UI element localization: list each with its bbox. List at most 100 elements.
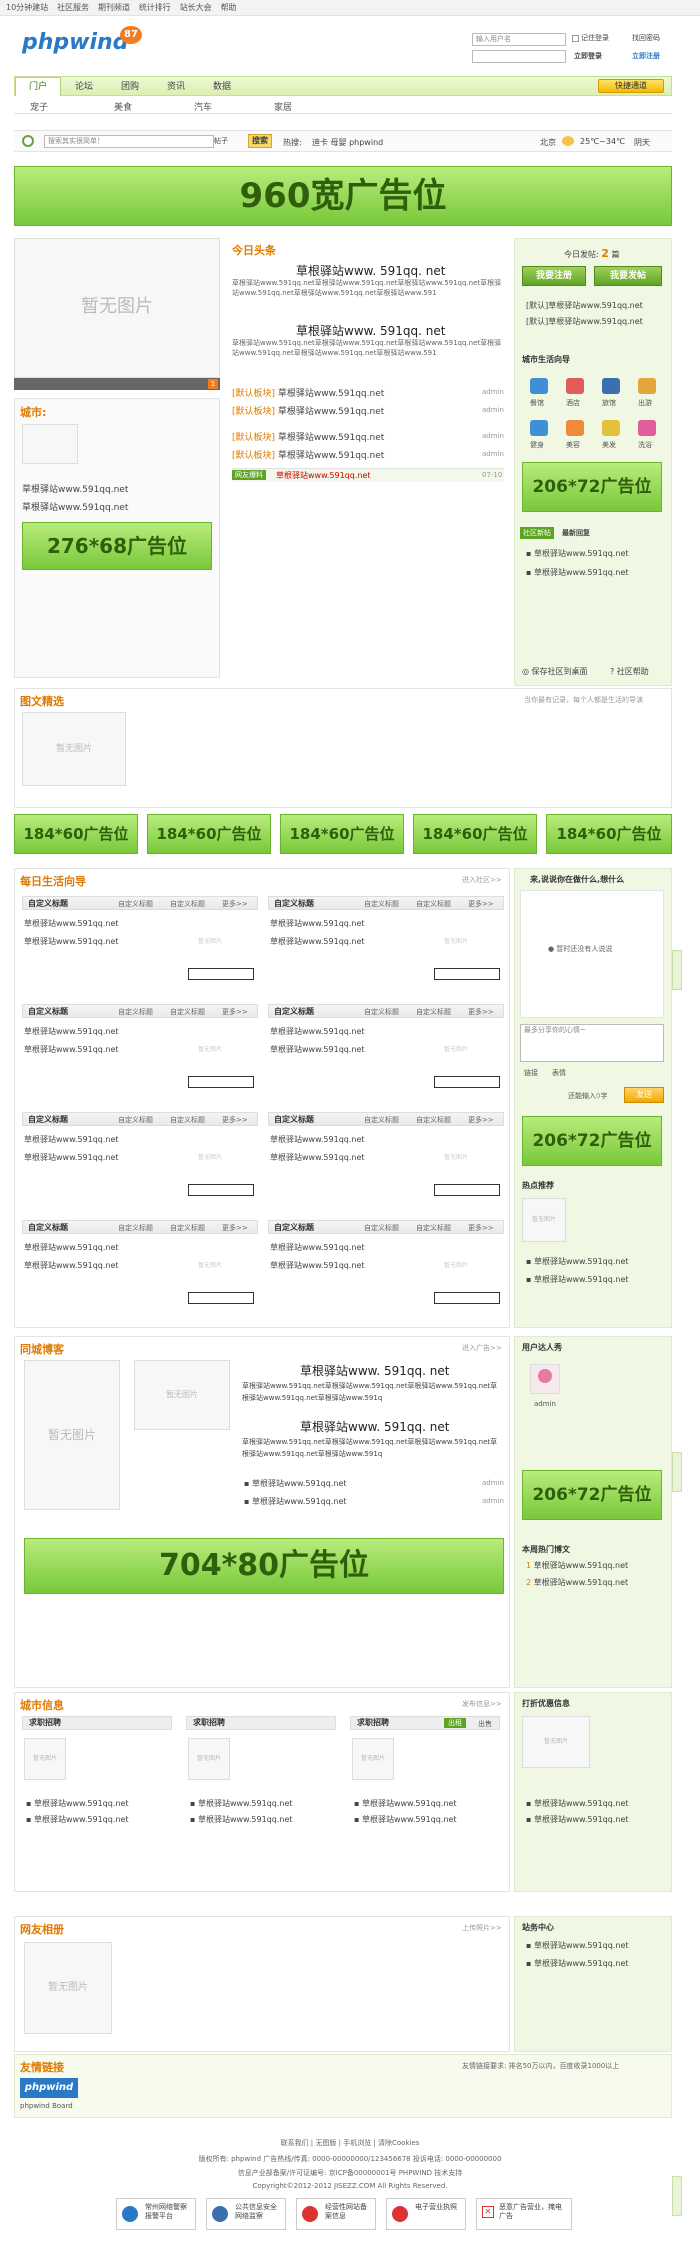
search-type-select[interactable]: 帖子 (214, 136, 228, 146)
album-image[interactable]: 暂无图片 (24, 1942, 112, 2034)
life-block-tab[interactable]: 自定义标题 (416, 899, 451, 909)
sidebar-post[interactable]: [默认]草根驿站www.591qq.net (526, 300, 643, 311)
life-block-image[interactable]: 暂无图片 (188, 1146, 232, 1170)
cityinfo-more[interactable]: 发布信息>> (462, 1699, 502, 1709)
blog-headline-2[interactable]: 草根驿站www. 591qq. net (300, 1418, 449, 1435)
life-block-link[interactable]: 草根驿站www.591qq.net (270, 1260, 365, 1271)
station-link[interactable]: ▪ 草根驿站www.591qq.net (526, 1958, 629, 1969)
sidebar-new-post[interactable]: ▪ 草根驿站www.591qq.net (526, 567, 629, 578)
guide-label[interactable]: 酒店 (566, 398, 580, 408)
hair-icon[interactable] (602, 420, 620, 436)
mood-emoji-button[interactable]: 表情 (552, 1068, 566, 1078)
right-ad-3[interactable]: 206*72广告位 (522, 1470, 662, 1520)
footer-link[interactable]: 无图版 (315, 2139, 336, 2147)
life-block-input[interactable] (188, 968, 254, 980)
search-input[interactable]: 搜索其实很简单！ (44, 135, 214, 148)
row-ad[interactable]: 184*60广告位 (14, 814, 138, 854)
row-ad[interactable]: 184*60广告位 (546, 814, 672, 854)
item-link[interactable]: 草根驿站www.591qq.net (278, 433, 384, 443)
headline-2[interactable]: 草根驿站www. 591qq. net (296, 322, 445, 339)
guide-label[interactable]: 健身 (530, 440, 544, 450)
blog-link[interactable]: ▪ 草根驿站www.591qq.net (244, 1478, 347, 1489)
item-tag[interactable]: [默认板块] (232, 451, 275, 461)
life-block-more[interactable]: 更多>> (222, 1007, 248, 1017)
friend-logo[interactable]: phpwind (20, 2078, 78, 2098)
hot-search-terms[interactable]: 迪卡 母婴 phpwind (312, 137, 383, 148)
topbar-link[interactable]: 社区服务 (57, 0, 89, 16)
album-more[interactable]: 上传照片>> (462, 1923, 502, 1933)
row-ad[interactable]: 184*60广告位 (147, 814, 271, 854)
cityinfo-link[interactable]: ▪ 草根驿站www.591qq.net (354, 1814, 457, 1825)
guide-label[interactable]: 美发 (602, 440, 616, 450)
life-block-tab[interactable]: 自定义标题 (364, 899, 399, 909)
life-block-more[interactable]: 更多>> (468, 1115, 494, 1125)
life-block-tab[interactable]: 自定义标题 (416, 1223, 451, 1233)
user-name[interactable]: admin (534, 1400, 556, 1408)
item-author[interactable]: admin (482, 450, 504, 458)
life-block-title[interactable]: 自定义标题 (28, 898, 68, 909)
blog-image[interactable]: 暂无图片 (24, 1360, 120, 1510)
guide-label[interactable]: 出游 (638, 398, 652, 408)
footer-link[interactable]: 联系我们 (281, 2139, 309, 2147)
topbar-link[interactable]: 统计排行 (139, 0, 171, 16)
guide-label[interactable]: 美容 (566, 440, 580, 450)
side-float-tab[interactable] (672, 2176, 682, 2216)
life-block-link[interactable]: 草根驿站www.591qq.net (24, 1242, 119, 1253)
life-block-tab[interactable]: 自定义标题 (170, 1223, 205, 1233)
hotel-icon[interactable] (566, 378, 584, 394)
city-link[interactable]: 草根驿站www.591qq.net (22, 500, 128, 513)
life-block-input[interactable] (188, 1292, 254, 1304)
life-block-link[interactable]: 草根驿站www.591qq.net (24, 1026, 119, 1037)
tab-sale[interactable]: 出售 (478, 1719, 492, 1729)
friend-label[interactable]: phpwind Board (20, 2102, 73, 2110)
life-block-input[interactable] (188, 1076, 254, 1088)
item-tag[interactable]: [默认板块] (232, 389, 275, 399)
outing-icon[interactable] (638, 378, 656, 394)
cityinfo-image[interactable]: 暂无图片 (352, 1738, 394, 1780)
mood-submit-button[interactable]: 发送 (624, 1087, 664, 1103)
life-block-tab[interactable]: 自定义标题 (416, 1115, 451, 1125)
cityinfo-link[interactable]: ▪ 草根驿站www.591qq.net (26, 1798, 129, 1809)
life-block-link[interactable]: 草根驿站www.591qq.net (24, 936, 119, 947)
nav-item[interactable]: 门户 (15, 77, 61, 96)
life-block-image[interactable]: 暂无图片 (188, 930, 232, 954)
life-block-title[interactable]: 自定义标题 (274, 1114, 314, 1125)
discount-link[interactable]: ▪ 草根驿站www.591qq.net (526, 1814, 629, 1825)
life-block-link[interactable]: 草根驿站www.591qq.net (270, 936, 365, 947)
life-block-link[interactable]: 草根驿站www.591qq.net (270, 1134, 365, 1145)
blog-author[interactable]: admin (482, 1479, 504, 1487)
bath-icon[interactable] (638, 420, 656, 436)
right-ad-2[interactable]: 206*72广告位 (522, 1116, 662, 1166)
cityinfo-link[interactable]: ▪ 草根驿站www.591qq.net (26, 1814, 129, 1825)
password-input[interactable] (472, 50, 566, 63)
top-banner-ad[interactable]: 960宽广告位 (14, 166, 672, 226)
life-block-title[interactable]: 自定义标题 (28, 1006, 68, 1017)
life-block-more[interactable]: 更多>> (222, 899, 248, 909)
life-block-title[interactable]: 自定义标题 (28, 1222, 68, 1233)
tab-rent[interactable]: 出租 (444, 1718, 466, 1728)
cityinfo-link[interactable]: ▪ 草根驿站www.591qq.net (190, 1798, 293, 1809)
guide-label[interactable]: 洗浴 (638, 440, 652, 450)
life-block-tab[interactable]: 自定义标题 (170, 1115, 205, 1125)
help-link[interactable]: ? 社区帮助 (610, 666, 649, 677)
item-tag[interactable]: [默认板块] (232, 433, 275, 443)
life-block-tab[interactable]: 自定义标题 (118, 1007, 153, 1017)
beauty-icon[interactable] (566, 420, 584, 436)
city-image[interactable] (22, 424, 78, 464)
nav-item[interactable]: 资讯 (153, 78, 199, 96)
life-block-image[interactable]: 暂无图片 (188, 1038, 232, 1062)
week-link[interactable]: 2 草根驿站www.591qq.net (526, 1577, 628, 1588)
life-block-tab[interactable]: 自定义标题 (364, 1115, 399, 1125)
travel-icon[interactable] (602, 378, 620, 394)
side-float-tab[interactable] (672, 950, 682, 990)
right-ad-1[interactable]: 206*72广告位 (522, 462, 662, 512)
topbar-link[interactable]: 10分钟建站 (6, 0, 48, 16)
life-block-link[interactable]: 草根驿站www.591qq.net (24, 1152, 119, 1163)
blog-image-small[interactable]: 暂无图片 (134, 1360, 230, 1430)
restaurant-icon[interactable] (530, 378, 548, 394)
item-author[interactable]: admin (482, 388, 504, 396)
life-block-tab[interactable]: 自定义标题 (118, 1223, 153, 1233)
remember-checkbox[interactable] (572, 35, 579, 42)
life-block-link[interactable]: 草根驿站www.591qq.net (24, 1260, 119, 1271)
wide-ad[interactable]: 704*80广告位 (24, 1538, 504, 1594)
